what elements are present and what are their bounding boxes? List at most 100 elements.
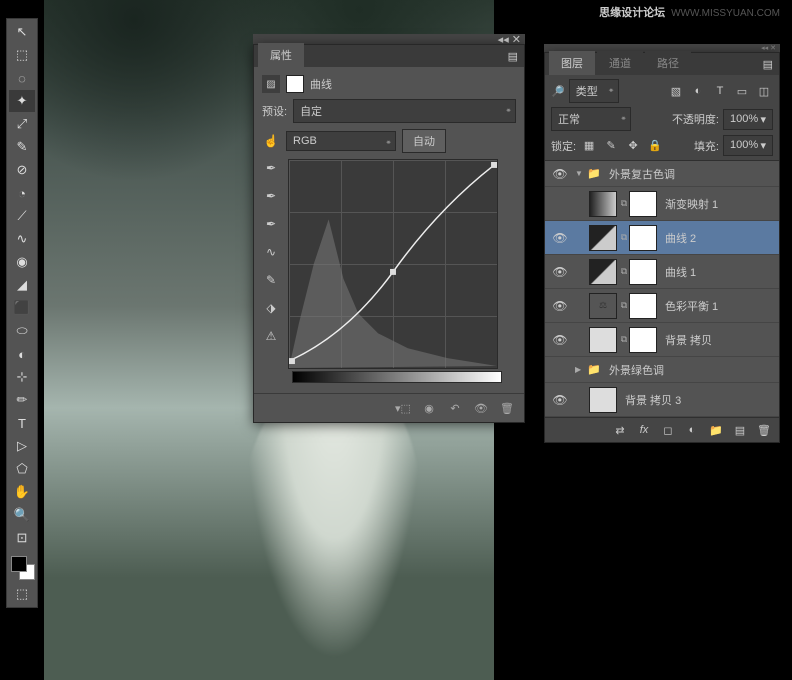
- lock-transparent-icon[interactable]: ▦: [580, 138, 598, 154]
- options-icon[interactable]: ⚠: [262, 327, 280, 345]
- mask-thumb[interactable]: [629, 327, 657, 353]
- layer-row[interactable]: 👁⧉背景 拷贝: [545, 323, 779, 357]
- new-group-icon[interactable]: 📁: [707, 422, 725, 438]
- pencil-icon[interactable]: ✎: [262, 271, 280, 289]
- tool-10[interactable]: ◉: [9, 251, 35, 273]
- layer-name[interactable]: 曲线 2: [665, 230, 773, 246]
- mask-thumb[interactable]: [629, 293, 657, 319]
- tab-properties[interactable]: 属性: [258, 43, 304, 67]
- tool-17[interactable]: T: [9, 412, 35, 434]
- tool-13[interactable]: ⬭: [9, 320, 35, 342]
- filter-type-icon[interactable]: T: [711, 83, 729, 99]
- triangle-icon[interactable]: ▼: [575, 169, 587, 178]
- view-previous-icon[interactable]: ◉: [420, 400, 438, 416]
- layer-name[interactable]: 色彩平衡 1: [665, 298, 773, 314]
- tool-15[interactable]: ⊹: [9, 366, 35, 388]
- blend-mode-dropdown[interactable]: 正常: [551, 107, 631, 131]
- panel-menu-icon[interactable]: ▤: [757, 54, 779, 75]
- layer-name[interactable]: 渐变映射 1: [665, 196, 773, 212]
- tool-22[interactable]: ⊡: [9, 527, 35, 549]
- triangle-icon[interactable]: ▶: [575, 365, 587, 374]
- link-layers-icon[interactable]: ⇄: [611, 422, 629, 438]
- filter-smart-icon[interactable]: ◫: [755, 83, 773, 99]
- toggle-visibility-icon[interactable]: 👁: [472, 400, 490, 416]
- preset-dropdown[interactable]: 自定: [293, 99, 516, 123]
- clip-to-layer-icon[interactable]: ▾⬚: [394, 400, 412, 416]
- layer-row[interactable]: 👁 背景 拷贝 3: [545, 383, 779, 417]
- lock-all-icon[interactable]: 🔒: [646, 138, 664, 154]
- layer-name[interactable]: 背景 拷贝: [665, 332, 773, 348]
- panel-menu-icon[interactable]: ▤: [502, 46, 524, 67]
- tool-8[interactable]: ⟋: [9, 205, 35, 227]
- delete-adjustment-icon[interactable]: 🗑: [498, 400, 516, 416]
- tool-0[interactable]: ↖: [9, 21, 35, 43]
- add-mask-icon[interactable]: ◻: [659, 422, 677, 438]
- tab-layers[interactable]: 图层: [549, 51, 595, 75]
- tool-11[interactable]: ◢: [9, 274, 35, 296]
- tool-18[interactable]: ▷: [9, 435, 35, 457]
- channel-dropdown[interactable]: RGB: [286, 131, 396, 151]
- visibility-toggle-icon[interactable]: 👁: [545, 333, 575, 347]
- tool-5[interactable]: ✎: [9, 136, 35, 158]
- visibility-toggle-icon[interactable]: 👁: [545, 265, 575, 279]
- finger-tool-icon[interactable]: ☝: [262, 132, 280, 150]
- layer-row[interactable]: 👁⚖⧉色彩平衡 1: [545, 289, 779, 323]
- reset-icon[interactable]: ↶: [446, 400, 464, 416]
- mask-thumb[interactable]: [629, 259, 657, 285]
- auto-button[interactable]: 自动: [402, 129, 446, 153]
- new-adjustment-icon[interactable]: ◐: [683, 422, 701, 438]
- tool-19[interactable]: ⬠: [9, 458, 35, 480]
- tool-14[interactable]: ◐: [9, 343, 35, 365]
- image-thumb[interactable]: [589, 327, 617, 353]
- layer-name[interactable]: 外景复古色调: [609, 166, 773, 182]
- lock-paint-icon[interactable]: ✎: [602, 138, 620, 154]
- quickmask-icon[interactable]: ⬚: [9, 583, 35, 605]
- visibility-toggle-icon[interactable]: 👁: [545, 393, 575, 407]
- tool-6[interactable]: ⊘: [9, 159, 35, 181]
- input-gradient[interactable]: [292, 371, 502, 383]
- filter-shape-icon[interactable]: ▭: [733, 83, 751, 99]
- layer-row[interactable]: 👁⧉曲线 2: [545, 221, 779, 255]
- layer-row[interactable]: ⧉渐变映射 1: [545, 187, 779, 221]
- tool-7[interactable]: ◔: [9, 182, 35, 204]
- tool-20[interactable]: ✋: [9, 481, 35, 503]
- visibility-toggle-icon[interactable]: 👁: [545, 299, 575, 313]
- curves-graph[interactable]: [288, 159, 498, 369]
- tool-9[interactable]: ∿: [9, 228, 35, 250]
- filter-adjust-icon[interactable]: ◐: [689, 83, 707, 99]
- mask-thumb[interactable]: [629, 191, 657, 217]
- layer-row[interactable]: 👁⧉曲线 1: [545, 255, 779, 289]
- layer-row[interactable]: ▶📁外景绿色调: [545, 357, 779, 383]
- smooth-icon[interactable]: ⬗: [262, 299, 280, 317]
- new-layer-icon[interactable]: ▤: [731, 422, 749, 438]
- layer-name[interactable]: 曲线 1: [665, 264, 773, 280]
- lock-position-icon[interactable]: ✥: [624, 138, 642, 154]
- tool-1[interactable]: ⬚: [9, 44, 35, 66]
- tool-4[interactable]: ⤢: [9, 113, 35, 135]
- color-swatch[interactable]: [9, 554, 35, 582]
- tab-paths[interactable]: 路径: [645, 51, 691, 75]
- curve-edit-icon[interactable]: ∿: [262, 243, 280, 261]
- tool-3[interactable]: ✦: [9, 90, 35, 112]
- fill-input[interactable]: 100%▾: [723, 135, 773, 156]
- tool-12[interactable]: ⬛: [9, 297, 35, 319]
- delete-layer-icon[interactable]: 🗑: [755, 422, 773, 438]
- tool-16[interactable]: ✏: [9, 389, 35, 411]
- tool-2[interactable]: ◌: [9, 67, 35, 89]
- filter-type-dropdown[interactable]: 类型: [569, 79, 619, 103]
- mask-thumb[interactable]: [629, 225, 657, 251]
- layer-name[interactable]: 背景 拷贝 3: [625, 392, 773, 408]
- tool-21[interactable]: 🔍: [9, 504, 35, 526]
- eyedropper-black-icon[interactable]: ✒: [262, 159, 280, 177]
- eyedropper-gray-icon[interactable]: ✒: [262, 187, 280, 205]
- filter-image-icon[interactable]: ▧: [667, 83, 685, 99]
- visibility-toggle-icon[interactable]: 👁: [545, 167, 575, 181]
- layer-row[interactable]: 👁▼📁外景复古色调: [545, 161, 779, 187]
- opacity-input[interactable]: 100%▾: [723, 109, 773, 130]
- layer-fx-icon[interactable]: fx: [635, 422, 653, 438]
- visibility-toggle-icon[interactable]: 👁: [545, 231, 575, 245]
- tab-channels[interactable]: 通道: [597, 51, 643, 75]
- image-thumb[interactable]: [589, 387, 617, 413]
- eyedropper-white-icon[interactable]: ✒: [262, 215, 280, 233]
- layer-name[interactable]: 外景绿色调: [609, 362, 773, 378]
